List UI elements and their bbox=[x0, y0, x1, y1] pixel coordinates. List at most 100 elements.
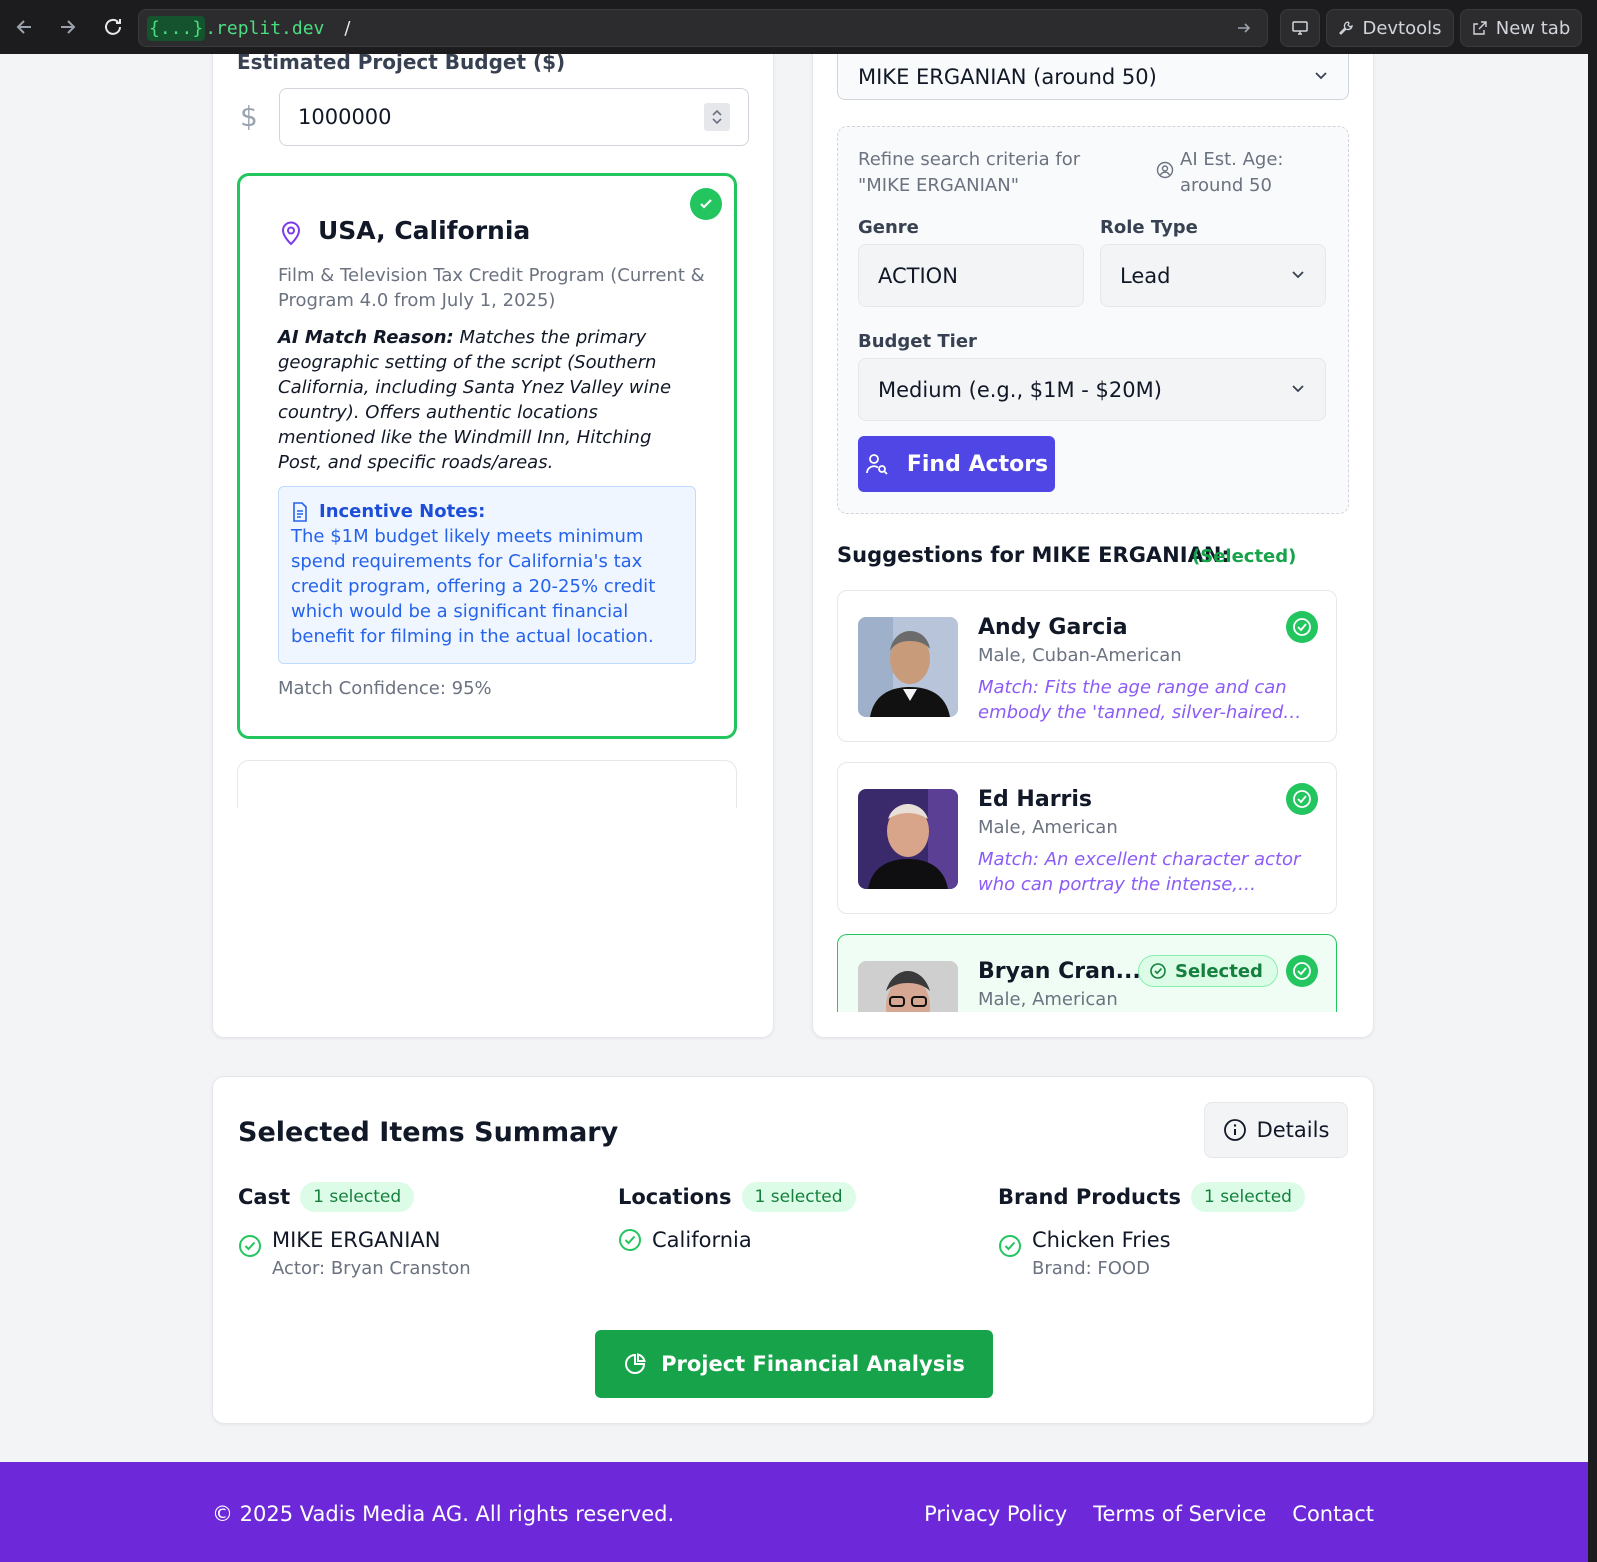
location-program: Film & Television Tax Credit Program (Cu… bbox=[278, 265, 705, 311]
user-circle-icon bbox=[1156, 161, 1174, 183]
summary-brand-products: Brand Products 1 selected Chicken Fries B… bbox=[998, 1182, 1358, 1279]
location-card-next[interactable] bbox=[237, 760, 737, 808]
character-select[interactable]: MIKE ERGANIAN (around 50) bbox=[837, 54, 1349, 100]
actor-card-andy-garcia[interactable]: Andy Garcia Male, Cuban-American Match: … bbox=[837, 590, 1337, 742]
brands-count-pill: 1 selected bbox=[1190, 1182, 1305, 1212]
dollar-icon: $ bbox=[240, 100, 258, 133]
monitor-icon bbox=[1292, 21, 1308, 35]
devtools-button[interactable]: Devtools bbox=[1326, 9, 1454, 47]
budget-tier-label: Budget Tier bbox=[858, 331, 977, 352]
browser-toolbar: {...} .replit.dev / Devtools New tab bbox=[0, 0, 1597, 54]
budget-input[interactable]: 1000000 bbox=[279, 88, 749, 146]
actor-meta: Male, Cuban-American bbox=[978, 645, 1182, 666]
url-path: / bbox=[344, 17, 351, 39]
check-circle-icon bbox=[1150, 963, 1166, 979]
summary-cast: Cast 1 selected MIKE ERGANIAN Actor: Brya… bbox=[238, 1182, 598, 1279]
select-actor-check-icon[interactable] bbox=[1286, 955, 1318, 987]
suggestions-title: Suggestions for MIKE ERGANIAN: bbox=[837, 543, 1230, 567]
role-type-label: Role Type bbox=[1100, 217, 1198, 238]
check-circle-icon bbox=[998, 1234, 1022, 1262]
summary-item-primary: MIKE ERGANIAN bbox=[272, 1228, 441, 1252]
role-type-value: Lead bbox=[1120, 263, 1171, 288]
summary-item-primary: California bbox=[652, 1228, 752, 1252]
brands-heading: Brand Products bbox=[998, 1185, 1181, 1209]
summary-item: Chicken Fries Brand: FOOD bbox=[998, 1228, 1358, 1279]
chevron-down-icon bbox=[1289, 378, 1307, 402]
match-confidence: Match Confidence: 95% bbox=[278, 678, 492, 699]
new-tab-label: New tab bbox=[1495, 17, 1571, 39]
check-circle-icon bbox=[238, 1234, 262, 1262]
actor-meta: Male, American bbox=[978, 989, 1118, 1010]
terms-of-service-link[interactable]: Terms of Service bbox=[1093, 1502, 1266, 1526]
locations-count-pill: 1 selected bbox=[741, 1182, 856, 1212]
check-circle-icon bbox=[618, 1228, 642, 1256]
actor-match: Match: An excellent character actor who … bbox=[978, 849, 1301, 895]
genre-input[interactable]: ACTION bbox=[858, 244, 1084, 307]
cast-heading: Cast bbox=[238, 1185, 291, 1209]
actor-card-bryan-cranston[interactable]: Bryan Cran... Male, American Selected bbox=[837, 934, 1337, 1012]
summary-item-secondary: Brand: FOOD bbox=[1032, 1258, 1150, 1279]
select-actor-check-icon[interactable] bbox=[1286, 783, 1318, 815]
forward-icon[interactable] bbox=[46, 0, 88, 54]
device-preview-button[interactable] bbox=[1280, 9, 1320, 47]
wrench-icon bbox=[1339, 21, 1354, 35]
location-title: USA, California bbox=[318, 216, 531, 245]
summary-item: California bbox=[618, 1228, 978, 1252]
select-actor-check-icon[interactable] bbox=[1286, 611, 1318, 643]
selected-check-icon bbox=[690, 188, 722, 220]
budget-value: 1000000 bbox=[298, 105, 392, 129]
new-tab-button[interactable]: New tab bbox=[1460, 9, 1582, 47]
summary-item: MIKE ERGANIAN Actor: Bryan Cranston bbox=[238, 1228, 598, 1279]
selected-badge: Selected bbox=[1138, 955, 1278, 987]
chevron-down-icon bbox=[1312, 65, 1330, 89]
incentive-notes: Incentive Notes: The $1M budget likely m… bbox=[278, 486, 696, 664]
window-edge bbox=[1588, 54, 1597, 1562]
genre-value: ACTION bbox=[878, 263, 958, 288]
number-spinner[interactable] bbox=[704, 103, 730, 131]
back-icon[interactable] bbox=[4, 0, 46, 54]
actor-photo bbox=[858, 961, 958, 1012]
summary-item-primary: Chicken Fries bbox=[1032, 1228, 1171, 1252]
ai-match-reason: AI Match Reason: Matches the primary geo… bbox=[278, 325, 698, 475]
project-financial-analysis-button[interactable]: Project Financial Analysis bbox=[595, 1330, 993, 1398]
actor-card-ed-harris[interactable]: Ed Harris Male, American Match: An excel… bbox=[837, 762, 1337, 914]
privacy-policy-link[interactable]: Privacy Policy bbox=[924, 1502, 1067, 1526]
location-card-california[interactable]: USA, California Film & Television Tax Cr… bbox=[237, 173, 737, 739]
actor-name: Andy Garcia bbox=[978, 615, 1128, 640]
incentive-text: The $1M budget likely meets minimum spen… bbox=[291, 526, 656, 647]
selected-items-summary: Selected Items Summary Details Cast 1 sel… bbox=[212, 1076, 1374, 1424]
ai-match-reason-text: Matches the primary geographic setting o… bbox=[278, 327, 672, 473]
map-pin-icon bbox=[280, 220, 302, 250]
address-bar[interactable]: {...} .replit.dev / bbox=[138, 9, 1268, 47]
contact-link[interactable]: Contact bbox=[1292, 1502, 1374, 1526]
genre-label: Genre bbox=[858, 217, 919, 238]
actor-name: Ed Harris bbox=[978, 787, 1093, 812]
role-type-select[interactable]: Lead bbox=[1100, 244, 1326, 307]
actor-photo bbox=[858, 617, 958, 717]
cast-count-pill: 1 selected bbox=[300, 1182, 415, 1212]
reload-icon[interactable] bbox=[92, 0, 134, 54]
go-arrow-icon[interactable] bbox=[1235, 19, 1253, 41]
url-host: {...} .replit.dev bbox=[147, 15, 325, 41]
external-link-icon bbox=[1473, 21, 1487, 35]
find-actors-button[interactable]: Find Actors bbox=[858, 436, 1055, 492]
refine-search-text: Refine search criteria for "MIKE ERGANIA… bbox=[858, 149, 1081, 196]
actor-name: Bryan Cran... bbox=[978, 959, 1141, 984]
refine-search-panel: Refine search criteria for "MIKE ERGANIA… bbox=[837, 126, 1349, 514]
site-footer: © 2025 Vadis Media AG. All rights reserv… bbox=[0, 1462, 1588, 1562]
budget-tier-select[interactable]: Medium (e.g., $1M - $20M) bbox=[858, 358, 1326, 421]
footer-links: Privacy Policy Terms of Service Contact bbox=[924, 1502, 1374, 1526]
actor-meta: Male, American bbox=[978, 817, 1118, 838]
budget-tier-value: Medium (e.g., $1M - $20M) bbox=[878, 377, 1162, 402]
summary-item-secondary: Actor: Bryan Cranston bbox=[272, 1258, 471, 1279]
devtools-label: Devtools bbox=[1362, 17, 1442, 39]
info-icon bbox=[1223, 1119, 1246, 1141]
actor-match: Match: Fits the age range and can embody… bbox=[978, 677, 1287, 723]
summary-title: Selected Items Summary bbox=[238, 1117, 619, 1148]
summary-locations: Locations 1 selected California bbox=[618, 1182, 978, 1252]
chevron-down-icon bbox=[1289, 264, 1307, 288]
details-button[interactable]: Details bbox=[1204, 1102, 1348, 1158]
copyright-text: © 2025 Vadis Media AG. All rights reserv… bbox=[212, 1502, 675, 1526]
incentive-title: Incentive Notes: bbox=[291, 499, 683, 524]
ai-estimated-age: AI Est. Age: around 50 bbox=[1180, 149, 1284, 196]
